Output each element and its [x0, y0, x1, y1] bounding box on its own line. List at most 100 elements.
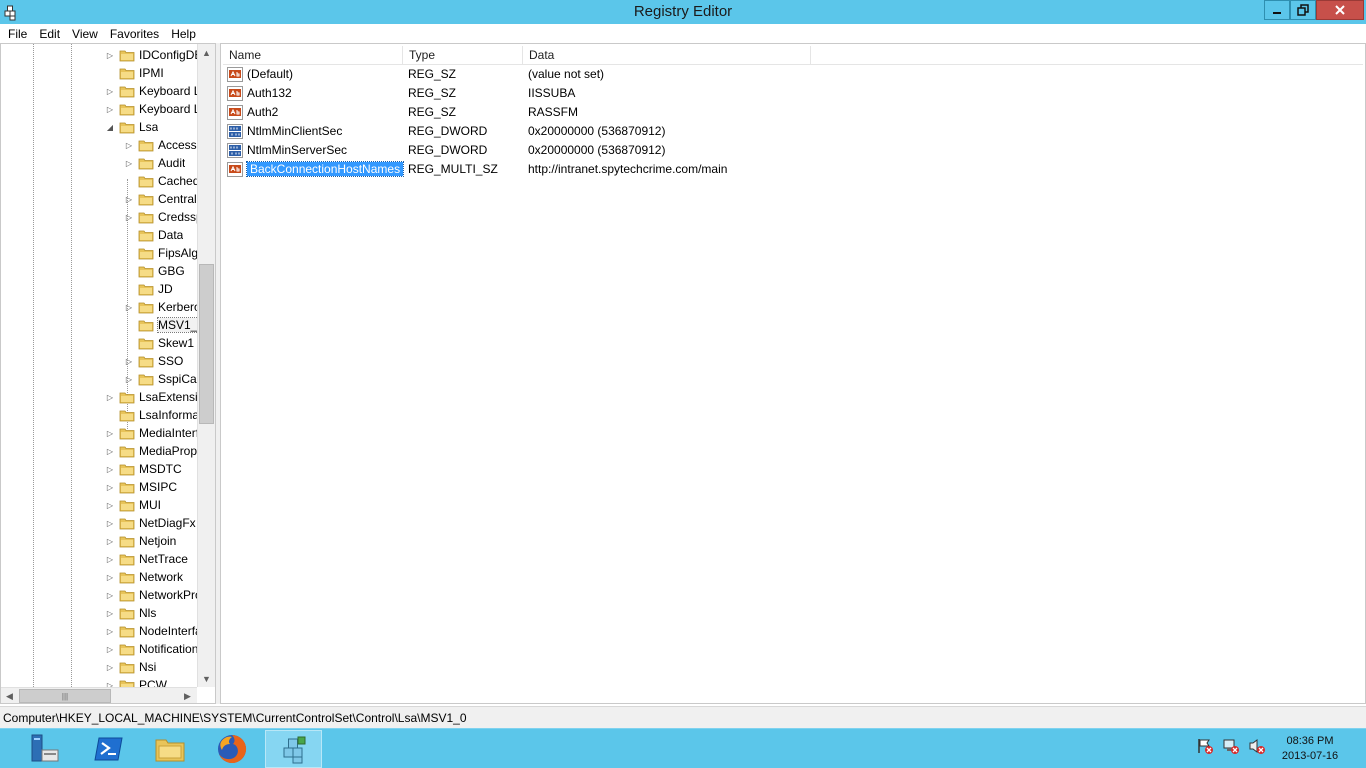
expand-arrow-icon[interactable]: ▷ [105, 482, 115, 492]
expand-arrow-icon[interactable]: ▷ [105, 572, 115, 582]
registry-value-row[interactable]: Auth2 REG_SZ RASSFM [223, 103, 1023, 122]
tree-item[interactable]: ▷ Kerberos [124, 298, 197, 316]
tree-item[interactable]: ▷ NetTrace [105, 550, 188, 568]
expand-arrow-icon[interactable]: ▷ [124, 158, 134, 168]
tree-item[interactable]: ▷ MUI [105, 496, 161, 514]
network-icon[interactable] [1222, 737, 1240, 755]
expand-arrow-icon[interactable]: ▷ [124, 356, 134, 366]
expand-arrow-icon[interactable]: ▷ [105, 608, 115, 618]
scroll-up-arrow-icon[interactable]: ▲ [198, 44, 215, 61]
menu-edit[interactable]: Edit [33, 25, 66, 43]
tree-vertical-scroll-thumb[interactable] [199, 264, 214, 424]
expand-arrow-icon[interactable]: ▷ [105, 50, 115, 60]
expand-arrow-icon[interactable]: ▷ [105, 536, 115, 546]
expand-arrow-icon[interactable]: ▷ [105, 464, 115, 474]
tree-item[interactable]: FipsAlgorithmPolicy [124, 244, 197, 262]
registry-value-row[interactable]: NtlmMinClientSec REG_DWORD 0x20000000 (536… [223, 122, 1023, 141]
taskbar-server-manager[interactable] [16, 730, 73, 768]
expand-arrow-icon[interactable]: ▷ [105, 446, 115, 456]
tree-item[interactable]: ▷ Notifications [105, 640, 197, 658]
scroll-down-arrow-icon[interactable]: ▼ [198, 670, 215, 687]
expand-arrow-icon[interactable]: ▷ [105, 104, 115, 114]
menu-help[interactable]: Help [165, 25, 202, 43]
tree-item[interactable]: ▷ NetDiagFx [105, 514, 196, 532]
taskbar-clock[interactable]: 08:36 PM 2013-07-16 [1270, 734, 1350, 764]
close-button[interactable] [1316, 0, 1364, 20]
expand-arrow-icon[interactable]: ▷ [105, 86, 115, 96]
expand-arrow-icon[interactable]: ▷ [124, 302, 134, 312]
tree-item[interactable]: ▷ PCW [105, 676, 167, 687]
tree-item[interactable]: ▷ Credssp [124, 208, 197, 226]
tree-item[interactable]: MSV1_0 [124, 316, 197, 334]
tree-item[interactable]: Skew1 [124, 334, 194, 352]
taskbar-file-explorer[interactable] [141, 730, 198, 768]
tree-item[interactable]: ▷ Keyboard Layouts [105, 100, 197, 118]
expand-arrow-icon[interactable]: ▷ [105, 500, 115, 510]
registry-value-row[interactable]: BackConnectionHostNames REG_MULTI_SZ http:… [223, 160, 1023, 179]
minimize-button[interactable] [1264, 0, 1290, 20]
tree-item[interactable]: ▷ MediaProperties [105, 442, 197, 460]
menu-favorites[interactable]: Favorites [104, 25, 165, 43]
menu-view[interactable]: View [66, 25, 104, 43]
collapse-arrow-icon[interactable]: ◢ [105, 122, 115, 132]
expand-arrow-icon[interactable]: ▷ [124, 212, 134, 222]
registry-key-tree[interactable]: ▷ IDConfigDB IPMI ▷ Keyboard Layout ▷ Keyboard… [0, 43, 216, 704]
tree-item[interactable]: ▷ Keyboard Layout [105, 82, 197, 100]
tree-item[interactable]: ▷ Audit [124, 154, 185, 172]
tree-item[interactable]: ▷ NodeInterfaces [105, 622, 197, 640]
tree-item[interactable]: Data [124, 226, 183, 244]
tree-item[interactable]: ▷ NetworkProvider [105, 586, 197, 604]
title-bar[interactable]: Registry Editor [0, 0, 1366, 24]
expand-arrow-icon[interactable]: ▷ [105, 680, 115, 688]
tree-item[interactable]: ▷ Netjoin [105, 532, 176, 550]
tree-item[interactable]: ◢ Lsa [105, 118, 158, 136]
tree-item[interactable]: ▷ MSDTC [105, 460, 182, 478]
speaker-muted-icon[interactable] [1248, 737, 1266, 755]
tree-item[interactable]: ▷ CentralizedAccessPolicies [124, 190, 197, 208]
expand-arrow-icon[interactable]: ▷ [105, 590, 115, 600]
scroll-left-arrow-icon[interactable]: ◀ [1, 688, 18, 703]
tree-horizontal-scrollbar[interactable]: ◀ ||| ▶ [1, 687, 197, 703]
tree-horizontal-scroll-thumb[interactable]: ||| [19, 689, 111, 703]
expand-arrow-icon[interactable]: ▷ [105, 428, 115, 438]
action-center-flag-icon[interactable] [1196, 737, 1214, 755]
tree-item[interactable]: CachedMachineNames [124, 172, 197, 190]
expand-arrow-icon[interactable]: ▷ [124, 374, 134, 384]
tree-item[interactable]: ▷ Nls [105, 604, 156, 622]
column-header-type[interactable]: Type [403, 46, 523, 65]
column-header-data[interactable]: Data [523, 46, 811, 65]
tree-item[interactable]: ▷ AccessProviders [124, 136, 197, 154]
expand-arrow-icon[interactable]: ▷ [105, 644, 115, 654]
tree-item[interactable]: ▷ Network [105, 568, 183, 586]
tree-item[interactable]: ▷ SSO [124, 352, 183, 370]
tree-item[interactable]: ▷ Nsi [105, 658, 156, 676]
expand-arrow-icon[interactable]: ▷ [105, 626, 115, 636]
scroll-right-arrow-icon[interactable]: ▶ [179, 688, 196, 703]
tree-item[interactable]: ▷ MSIPC [105, 478, 177, 496]
expand-arrow-icon[interactable]: ▷ [105, 662, 115, 672]
taskbar-registry-editor[interactable] [265, 730, 322, 768]
registry-values-list[interactable]: Name Type Data (Default) REG_SZ (value not… [220, 43, 1366, 704]
column-header-name[interactable]: Name [223, 46, 403, 65]
menu-file[interactable]: File [2, 25, 33, 43]
tree-item[interactable]: GBG [124, 262, 185, 280]
tree-item[interactable]: IPMI [105, 64, 164, 82]
expand-arrow-icon[interactable]: ▷ [105, 392, 115, 402]
tree-item[interactable]: ▷ MediaInterfaces [105, 424, 197, 442]
expand-arrow-icon[interactable]: ▷ [124, 194, 134, 204]
expand-arrow-icon[interactable]: ▷ [105, 518, 115, 528]
registry-value-row[interactable]: NtlmMinServerSec REG_DWORD 0x20000000 (536… [223, 141, 1023, 160]
expand-arrow-icon[interactable]: ▷ [105, 554, 115, 564]
taskbar-powershell[interactable] [80, 730, 137, 768]
taskbar-firefox[interactable] [203, 730, 260, 768]
tree-item[interactable]: ▷ SspiCache [124, 370, 197, 388]
tree-item[interactable]: ▷ LsaExtensionConfig [105, 388, 197, 406]
tree-item[interactable]: JD [124, 280, 173, 298]
registry-value-row[interactable]: (Default) REG_SZ (value not set) [223, 65, 1023, 84]
tree-item[interactable]: ▷ IDConfigDB [105, 46, 197, 64]
tree-vertical-scrollbar[interactable]: ▲ ▼ [197, 44, 215, 687]
tree-item[interactable]: LsaInformation [105, 406, 197, 424]
expand-arrow-icon[interactable]: ▷ [124, 140, 134, 150]
registry-value-row[interactable]: Auth132 REG_SZ IISSUBA [223, 84, 1023, 103]
restore-button[interactable] [1290, 0, 1316, 20]
